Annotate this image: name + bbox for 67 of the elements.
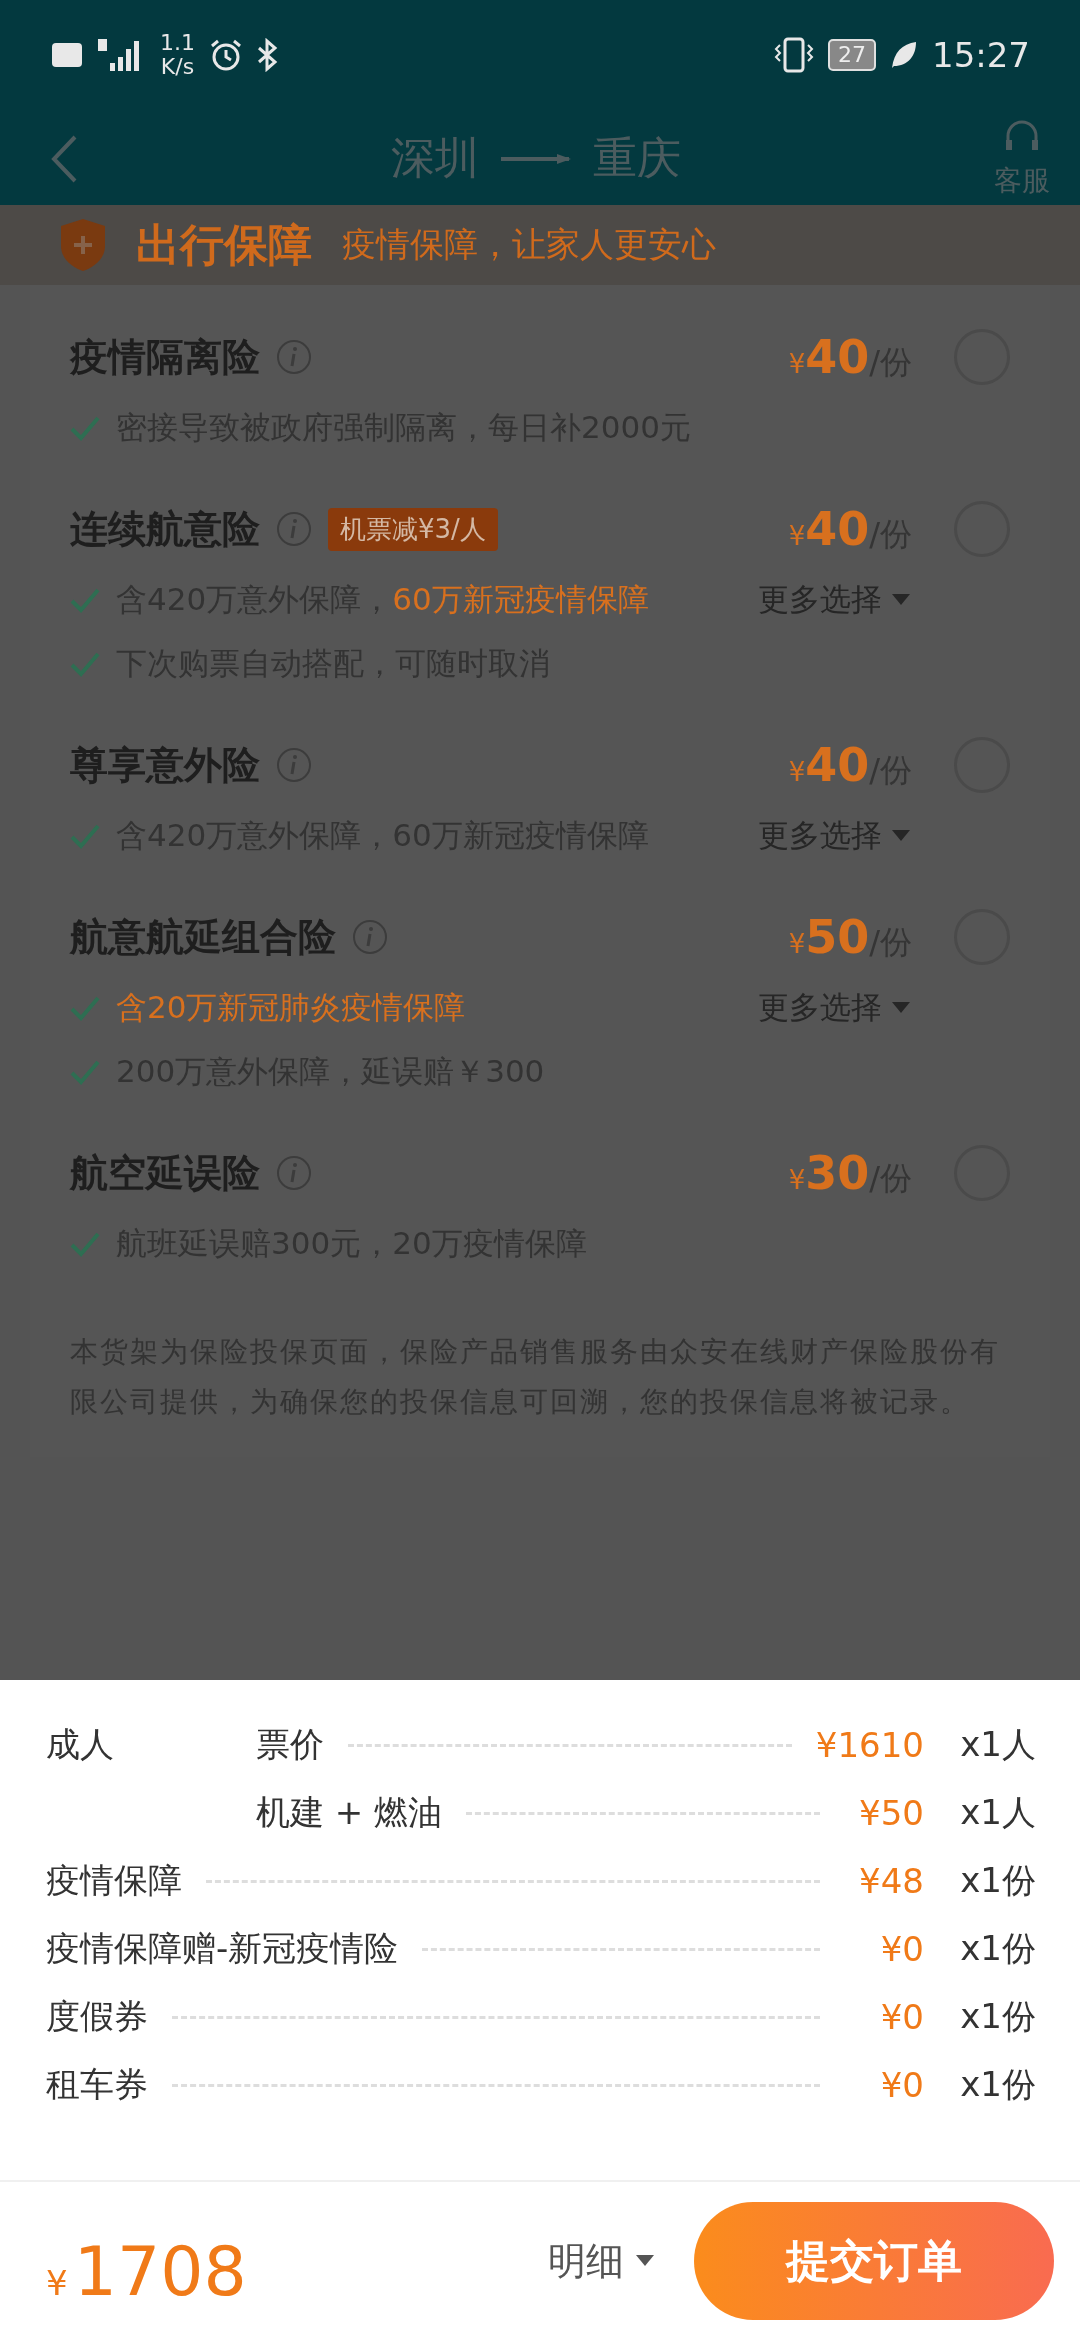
submit-order-button[interactable]: 提交订单 [694, 2202, 1054, 2320]
currency-sign: ¥ [788, 756, 806, 787]
fee-amount: ¥0 [879, 1929, 924, 1969]
shield-icon [60, 218, 106, 272]
fee-amount: ¥1610 [815, 1725, 924, 1765]
fee-label: 度假券 [46, 1995, 148, 2038]
info-icon[interactable] [276, 747, 312, 783]
total-price: 1708 [73, 2231, 247, 2311]
caret-icon [892, 830, 910, 842]
destination-city: 重庆 [593, 131, 681, 185]
product-price: 40 [805, 329, 870, 384]
alarm-icon [209, 38, 243, 72]
check-icon [70, 651, 100, 677]
fee-quantity: x1份 [959, 1927, 1036, 1970]
fee-label: 租车券 [46, 2063, 148, 2106]
product-price: 40 [805, 501, 870, 556]
product-price: 40 [805, 737, 870, 792]
fee-quantity: x1份 [959, 2063, 1036, 2106]
fee-label: 疫情保障赠-新冠疫情险 [46, 1927, 399, 1970]
bluetooth-icon [257, 38, 279, 72]
vibrate-icon [774, 37, 814, 73]
leaf-icon [890, 40, 918, 70]
fee-label: 机建 + 燃油 [256, 1791, 443, 1834]
info-icon[interactable] [352, 919, 388, 955]
fee-amount: ¥0 [879, 1997, 924, 2037]
product-price: 50 [805, 909, 870, 964]
currency-sign: ¥ [788, 1164, 806, 1195]
section-subtitle: 疫情保障，让家人更安心 [342, 223, 716, 266]
check-icon [70, 587, 100, 613]
fee-label: 票价 [256, 1723, 324, 1766]
currency-sign: ¥ [788, 520, 806, 551]
battery-level: 27 [828, 39, 876, 71]
fee-quantity: x1人 [959, 1723, 1036, 1766]
caret-icon [892, 594, 910, 606]
fee-quantity: x1份 [959, 1995, 1036, 2038]
arrow-icon [501, 151, 571, 166]
fee-amount: ¥0 [879, 2065, 924, 2105]
speed-unit: K/s [160, 55, 195, 79]
currency-sign: ¥ [46, 2262, 68, 2303]
benefit-text: 含20万新冠肺炎疫情保障 [116, 988, 466, 1027]
check-icon [70, 1059, 100, 1085]
info-icon[interactable] [276, 1155, 312, 1191]
fee-amount: ¥48 [858, 1861, 924, 1901]
currency-sign: ¥ [788, 928, 806, 959]
check-icon [70, 415, 100, 441]
fee-quantity: x1份 [959, 1859, 1036, 1902]
check-icon [70, 995, 100, 1021]
product-price: 30 [805, 1145, 870, 1200]
caret-icon [636, 2255, 654, 2267]
section-title: 出行保障 [136, 217, 312, 272]
currency-sign: ¥ [788, 348, 806, 379]
network-speed: 1.1 [160, 31, 195, 55]
origin-city: 深圳 [391, 131, 479, 185]
info-icon[interactable] [276, 339, 312, 375]
back-icon[interactable] [50, 133, 78, 184]
clock-time: 15:27 [932, 35, 1030, 75]
check-icon [70, 823, 100, 849]
info-icon[interactable] [276, 511, 312, 547]
fee-quantity: x1人 [959, 1791, 1036, 1834]
fee-label: 疫情保障 [46, 1859, 182, 1902]
service-label[interactable]: 客服 [994, 161, 1050, 200]
fee-amount: ¥50 [858, 1793, 924, 1833]
caret-icon [892, 1002, 910, 1014]
discount-tag: 机票减¥3/人 [328, 507, 498, 551]
check-icon [70, 1231, 100, 1257]
passenger-type: 成人 [46, 1724, 114, 1764]
details-toggle[interactable]: 明细 [548, 2235, 654, 2287]
